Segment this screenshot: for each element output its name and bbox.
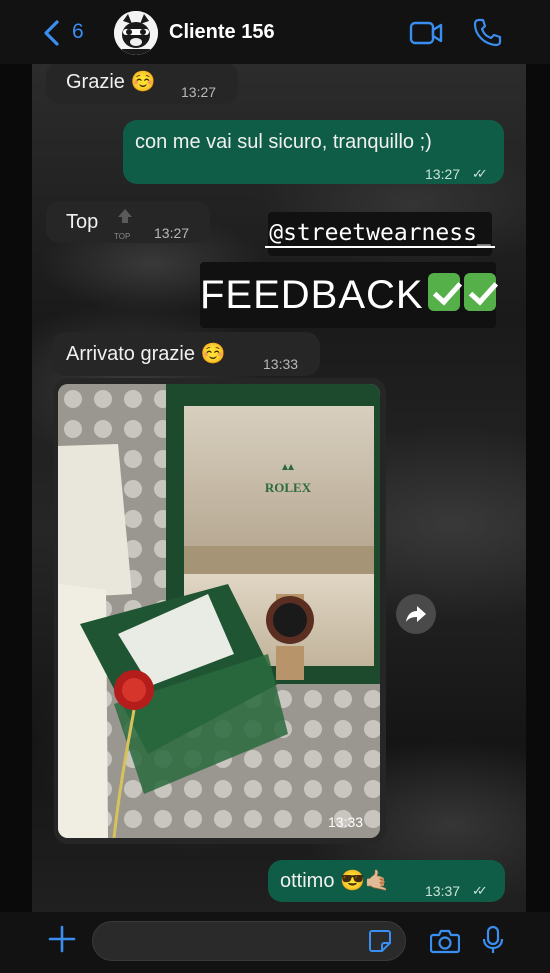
forward-icon [406, 606, 426, 622]
message-bubble[interactable]: ottimo 😎🤙🏼 13:37 ✓✓ [268, 860, 505, 902]
message-time: 13:27 [425, 166, 461, 182]
sticker-icon [369, 930, 391, 952]
unread-count[interactable]: 6 [72, 20, 84, 44]
read-receipt-icon: ✓✓ [472, 166, 488, 181]
message-text: Grazie ☺️ [66, 71, 156, 93]
message-text: Top [66, 211, 99, 233]
camera-button[interactable] [429, 928, 461, 959]
avatar[interactable] [114, 11, 158, 55]
phone-icon [473, 18, 502, 47]
message-time: 13:27 [181, 84, 217, 100]
check-mark-icon [427, 273, 460, 311]
brand-logo-text: ROLEX [265, 480, 312, 495]
sticker-button[interactable] [368, 929, 392, 958]
message-bubble[interactable]: Top TOP 13:27 [46, 201, 210, 243]
message-input[interactable] [92, 921, 406, 961]
check-mark-icon [463, 273, 496, 311]
message-time: 13:33 [263, 356, 299, 372]
message-text: con me vai sul sicuro, tranquillo ;) [135, 131, 432, 153]
video-camera-icon [409, 21, 443, 45]
camera-icon [429, 929, 461, 954]
feedback-text: FEEDBACK [200, 272, 424, 317]
top-label: TOP [114, 232, 131, 241]
chevron-left-icon [44, 20, 59, 46]
microphone-button[interactable] [482, 925, 504, 960]
message-text: Arrivato grazie ☺️ [66, 343, 226, 365]
handle-sticker: @streetwearness_ [265, 212, 495, 256]
dog-avatar-icon [114, 11, 158, 55]
photo-message[interactable]: ROLEX 13:33 [54, 378, 386, 844]
watch-photo[interactable]: ROLEX 13:33 [58, 384, 380, 838]
video-call-button[interactable] [409, 20, 443, 51]
message-time: 13:37 [425, 883, 461, 899]
handle-text: @streetwearness_ [265, 220, 495, 248]
feedback-sticker: FEEDBACK [200, 262, 496, 328]
microphone-icon [482, 925, 504, 953]
chat-area[interactable]: Grazie ☺️ 13:27 con me vai sul sicuro, t… [32, 64, 526, 912]
message-bubble[interactable]: Arrivato grazie ☺️ 13:33 [52, 332, 320, 376]
attach-button[interactable] [48, 925, 76, 958]
back-button[interactable] [42, 18, 72, 48]
message-text: ottimo 😎🤙🏼 [280, 870, 390, 892]
voice-call-button[interactable] [472, 17, 502, 52]
contact-name[interactable]: Cliente 156 [169, 21, 275, 44]
read-receipt-icon: ✓✓ [472, 883, 488, 898]
message-bubble[interactable]: con me vai sul sicuro, tranquillo ;) 13:… [123, 120, 504, 184]
plus-icon [48, 925, 76, 953]
chat-header: 6 Cliente 156 [0, 0, 550, 64]
message-time: 13:27 [154, 225, 190, 241]
forward-button[interactable] [396, 594, 436, 634]
photo-time: 13:33 [328, 814, 364, 830]
message-bubble[interactable]: Grazie ☺️ 13:27 [46, 64, 238, 104]
watch-box-image: ROLEX [58, 384, 380, 838]
